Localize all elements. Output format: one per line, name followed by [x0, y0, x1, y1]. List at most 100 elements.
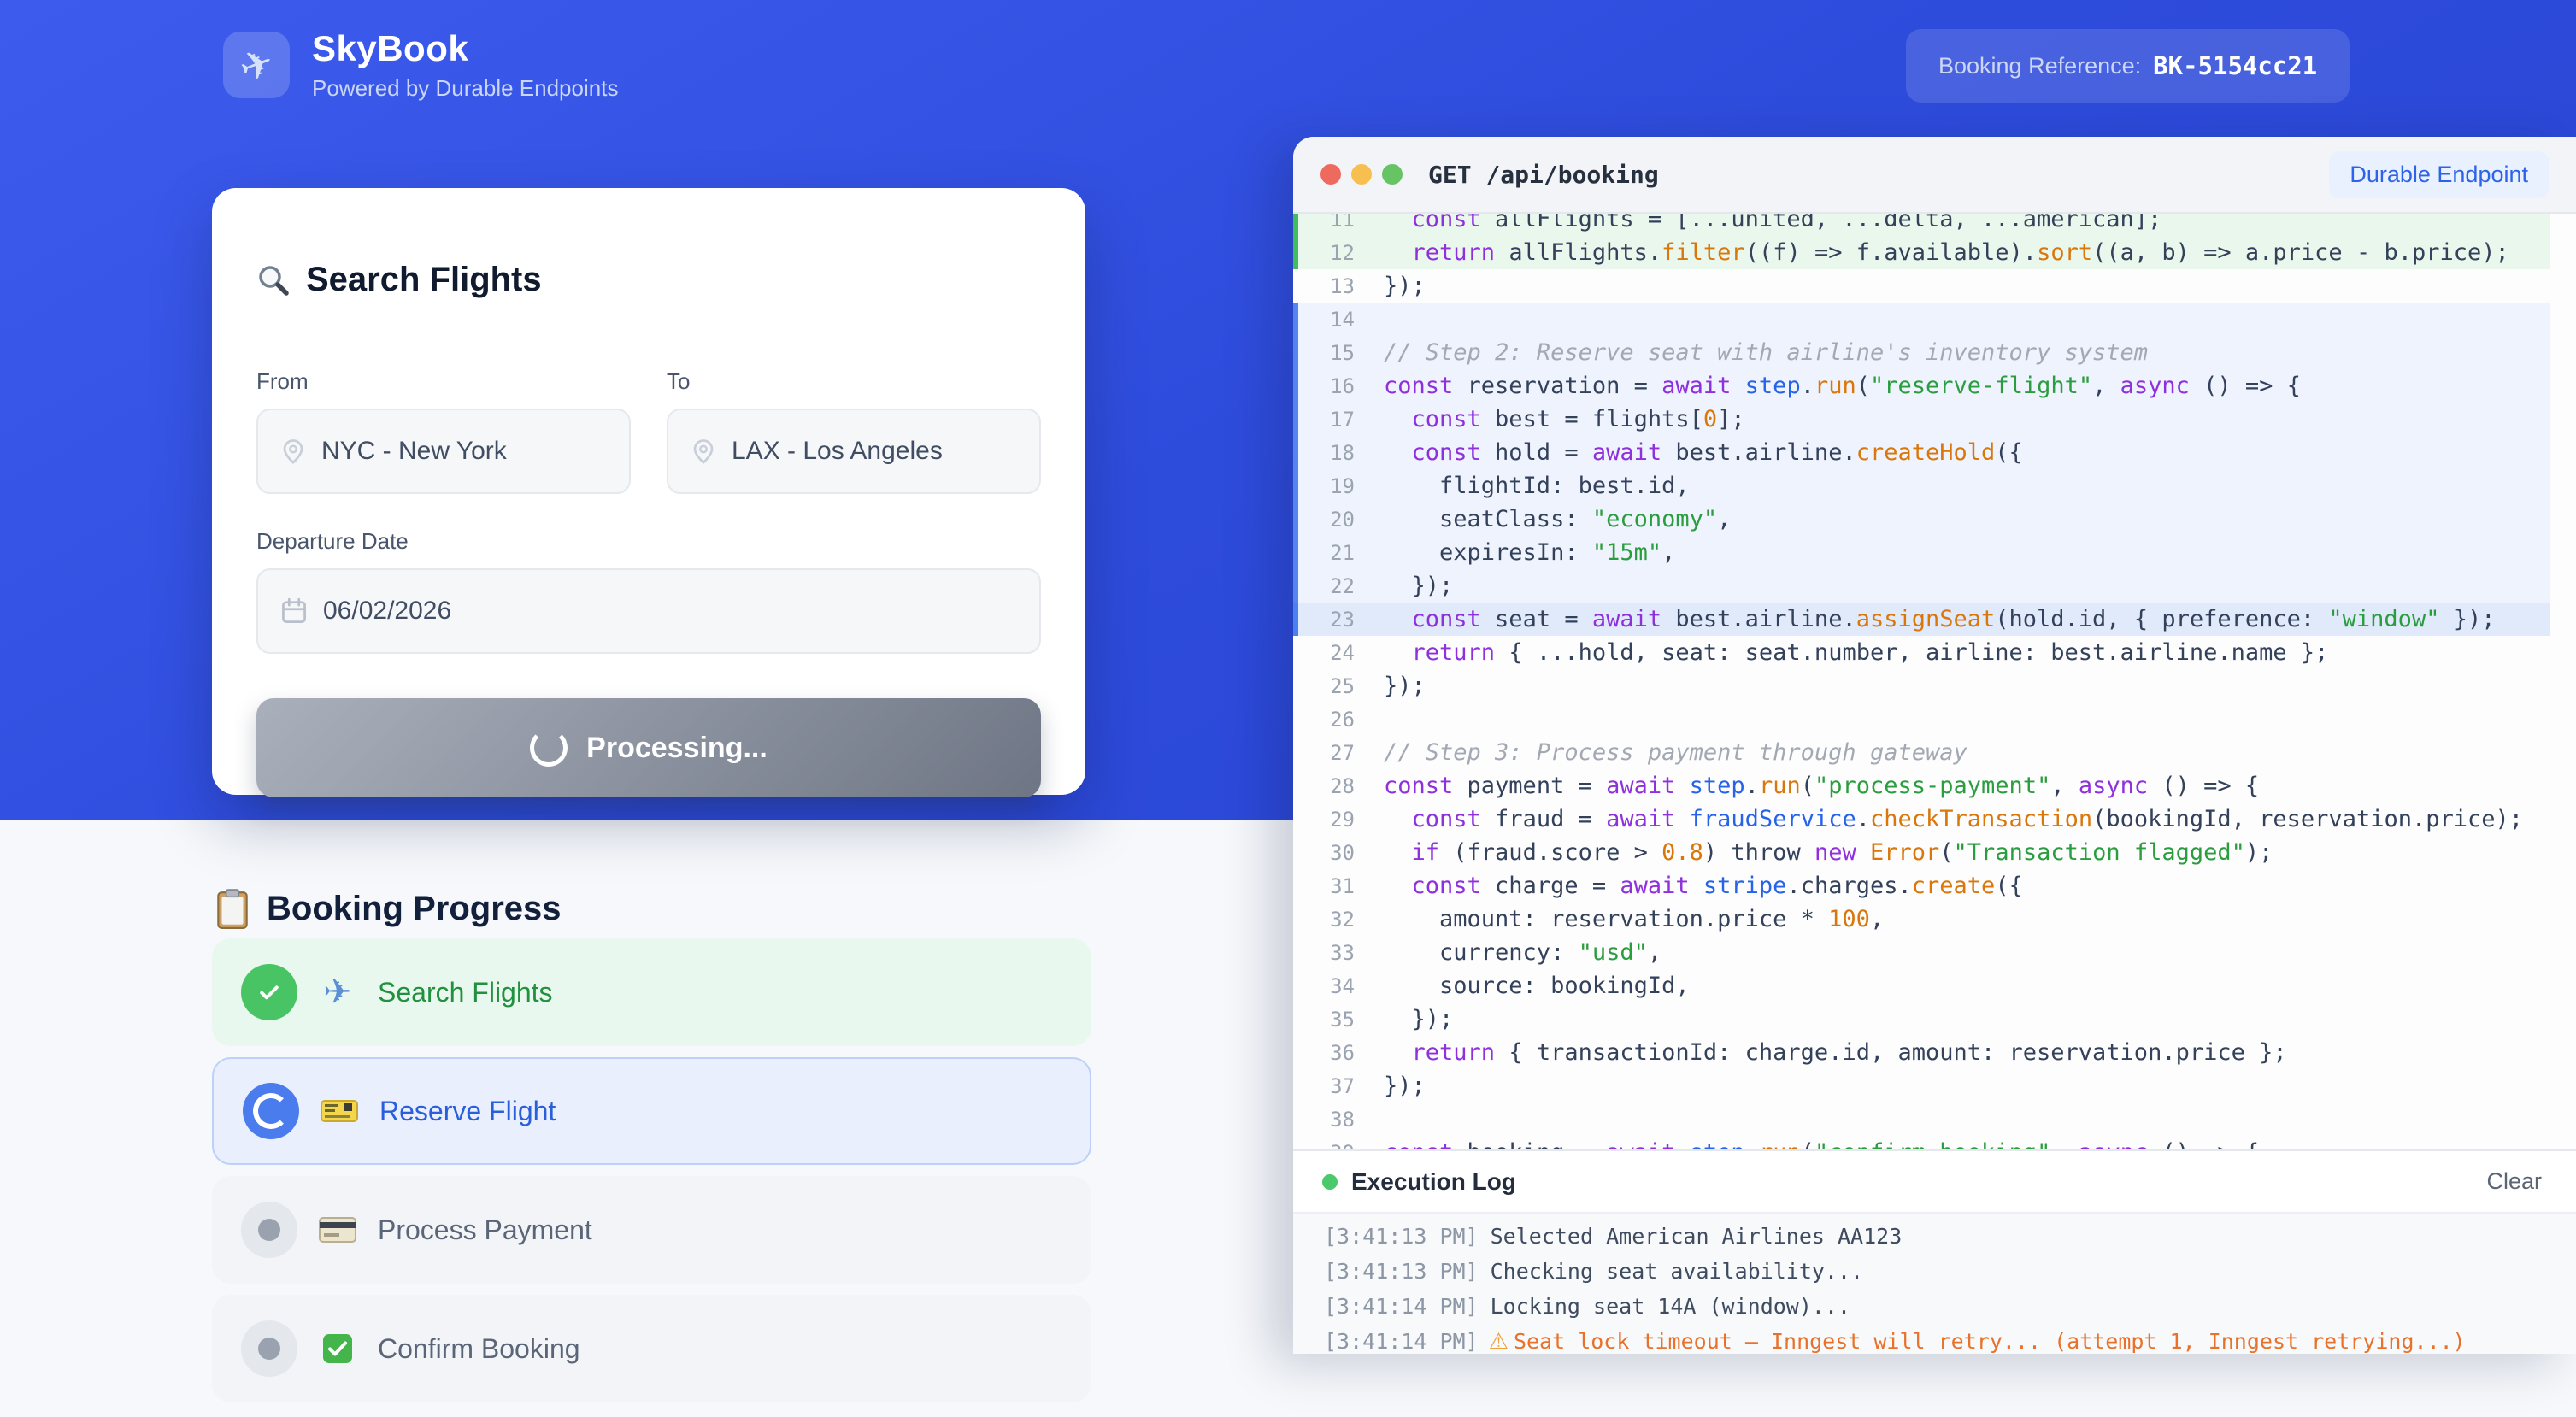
line-number: 16: [1298, 374, 1355, 398]
endpoint-request: GET /api/booking: [1428, 161, 1659, 189]
app-header: ✈ SkyBook Powered by Durable Endpoints: [223, 28, 618, 102]
line-number: 33: [1298, 941, 1355, 965]
code-line-23: 23 const seat = await best.airline.assig…: [1293, 603, 2550, 636]
step-label: Process Payment: [378, 1214, 592, 1246]
log-timestamp: [3:41:14 PM]: [1324, 1294, 1479, 1319]
line-number: 19: [1298, 474, 1355, 498]
to-value: LAX - Los Angeles: [732, 437, 943, 466]
progress-step-confirm-booking: Confirm Booking: [212, 1295, 1091, 1402]
search-card-title: Search Flights: [306, 261, 542, 299]
spinner-icon: [530, 729, 568, 767]
window-minimize-icon: [1351, 164, 1372, 185]
execution-log-entries: [3:41:13 PM] Selected American Airlines A…: [1293, 1214, 2576, 1359]
line-number: 28: [1298, 774, 1355, 798]
line-number: 25: [1298, 674, 1355, 698]
code-line-29: 29 const fraud = await fraudService.chec…: [1293, 803, 2550, 836]
step-label: Confirm Booking: [378, 1333, 580, 1365]
ticket-icon: [320, 1097, 359, 1125]
booking-progress-title: Booking Progress: [267, 890, 562, 928]
green-dot-icon: [1322, 1174, 1338, 1190]
execution-log-title: Execution Log: [1351, 1168, 1516, 1196]
step-label: Search Flights: [378, 977, 553, 1008]
clear-log-button[interactable]: Clear: [2481, 1167, 2547, 1196]
line-number: 30: [1298, 841, 1355, 865]
log-entry: [3:41:14 PM] Locking seat 14A (window)...: [1324, 1289, 2576, 1324]
line-number: 15: [1298, 341, 1355, 365]
card-icon: [318, 1216, 357, 1244]
check-icon: [318, 1333, 357, 1364]
code-line-36: 36 return { transactionId: charge.id, am…: [1293, 1036, 2550, 1069]
line-number: 20: [1298, 508, 1355, 532]
code-line-22: 22 });: [1293, 569, 2550, 603]
calendar-icon: [280, 597, 308, 625]
log-timestamp: [3:41:13 PM]: [1324, 1259, 1479, 1284]
execution-log-panel: Execution Log Clear [3:41:13 PM] Selected…: [1293, 1149, 2576, 1354]
line-number: 29: [1298, 808, 1355, 832]
line-number: 23: [1298, 608, 1355, 632]
date-field-block: Departure Date 06/02/2026: [256, 528, 1041, 654]
line-number: 21: [1298, 541, 1355, 565]
code-viewport[interactable]: 11 const allFlights = [...united, ...del…: [1293, 214, 2576, 1149]
to-field-block: To LAX - Los Angeles: [667, 368, 1041, 494]
code-line-18: 18 const hold = await best.airline.creat…: [1293, 436, 2550, 469]
departure-date-label: Departure Date: [256, 528, 1041, 555]
progress-step-reserve-flight: Reserve Flight: [212, 1057, 1091, 1165]
code-line-33: 33 currency: "usd",: [1293, 936, 2550, 969]
log-entry: [3:41:13 PM] Checking seat availability..…: [1324, 1254, 2576, 1289]
line-number: 38: [1298, 1108, 1355, 1132]
line-number: 37: [1298, 1074, 1355, 1098]
log-message: Locking seat 14A (window)...: [1491, 1294, 1850, 1319]
search-submit-label: Processing...: [586, 732, 768, 765]
code-line-24: 24 return { ...hold, seat: seat.number, …: [1293, 636, 2550, 669]
step-pending-circle: [241, 1320, 297, 1377]
code-editor-panel: GET /api/booking Durable Endpoint 11 con…: [1293, 137, 2576, 1354]
code-line-11: 11 const allFlights = [...united, ...del…: [1293, 214, 2550, 236]
route-fields: From NYC - New York To LAX - Los Angeles: [256, 368, 1041, 494]
step-active-spinner-icon: [243, 1083, 299, 1139]
progress-step-search-flights: ✈ Search Flights: [212, 938, 1091, 1046]
from-input[interactable]: NYC - New York: [256, 409, 631, 494]
log-message: Seat lock timeout – Inngest will retry..…: [1514, 1329, 2466, 1354]
line-number: 32: [1298, 908, 1355, 932]
to-label: To: [667, 368, 1041, 395]
from-field-block: From NYC - New York: [256, 368, 631, 494]
step-done-check-icon: [241, 964, 297, 1020]
line-number: 35: [1298, 1008, 1355, 1032]
search-flights-card: Search Flights From NYC - New York To LA…: [212, 188, 1085, 795]
line-number: 18: [1298, 441, 1355, 465]
line-number: 22: [1298, 574, 1355, 598]
log-message: Selected American Airlines AA123: [1491, 1224, 1903, 1249]
code-line-39: 39const booking = await step.run("confir…: [1293, 1136, 2550, 1149]
log-timestamp: [3:41:14 PM]: [1324, 1329, 1479, 1354]
plane-icon: ✈: [318, 973, 357, 1012]
window-close-icon: [1320, 164, 1341, 185]
code-line-19: 19 flightId: best.id,: [1293, 469, 2550, 503]
log-entry: [3:41:13 PM] Selected American Airlines A…: [1324, 1219, 2576, 1254]
code-line-38: 38: [1293, 1102, 2550, 1136]
code-line-30: 30 if (fraud.score > 0.8) throw new Erro…: [1293, 836, 2550, 869]
code-line-25: 25});: [1293, 669, 2550, 703]
line-number: 36: [1298, 1041, 1355, 1065]
code-line-28: 28const payment = await step.run("proces…: [1293, 769, 2550, 803]
execution-log-header: Execution Log Clear: [1293, 1151, 2576, 1214]
code-line-20: 20 seatClass: "economy",: [1293, 503, 2550, 536]
line-number: 27: [1298, 741, 1355, 765]
app-title: SkyBook: [312, 28, 618, 69]
code-line-37: 37});: [1293, 1069, 2550, 1102]
code-line-16: 16const reservation = await step.run("re…: [1293, 369, 2550, 403]
log-message: Checking seat availability...: [1491, 1259, 1864, 1284]
departure-date-input[interactable]: 06/02/2026: [256, 568, 1041, 654]
code-lines: 11 const allFlights = [...united, ...del…: [1293, 214, 2550, 1149]
log-timestamp: [3:41:13 PM]: [1324, 1224, 1479, 1249]
app-tagline: Powered by Durable Endpoints: [312, 75, 618, 102]
to-input[interactable]: LAX - Los Angeles: [667, 409, 1041, 494]
booking-reference-label: Booking Reference:: [1938, 53, 2141, 79]
line-number: 39: [1298, 1141, 1355, 1150]
line-number: 17: [1298, 408, 1355, 432]
search-submit-button[interactable]: Processing...: [256, 698, 1041, 797]
code-line-27: 27// Step 3: Process payment through gat…: [1293, 736, 2550, 769]
departure-date-value: 06/02/2026: [323, 597, 451, 626]
line-number: 13: [1298, 274, 1355, 298]
code-line-14: 14: [1293, 303, 2550, 336]
code-line-21: 21 expiresIn: "15m",: [1293, 536, 2550, 569]
